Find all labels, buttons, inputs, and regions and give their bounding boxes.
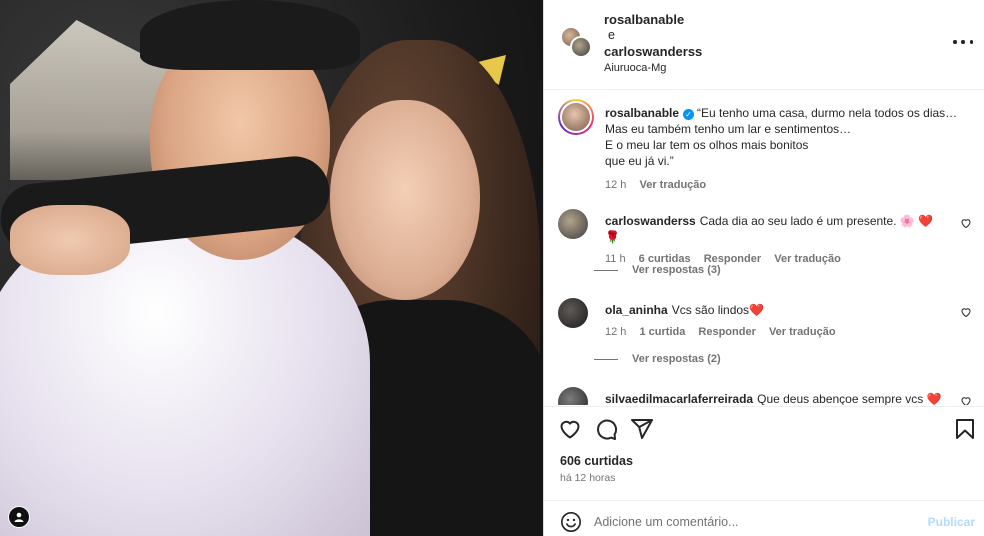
woman-face: [330, 100, 480, 300]
reply-link[interactable]: Responder: [698, 326, 755, 338]
tagged-users-icon[interactable]: [8, 506, 30, 528]
header-conjunction: e: [608, 28, 615, 42]
comment-likes-link[interactable]: 1 curtida: [639, 326, 685, 338]
add-comment-bar: Publicar: [544, 500, 984, 536]
translate-link[interactable]: Ver tradução: [769, 326, 836, 338]
caption-meta: 12 h Ver tradução: [605, 177, 977, 193]
share-icon[interactable]: [630, 417, 654, 441]
view-replies-link[interactable]: Ver respostas (2): [594, 353, 721, 365]
bookmark-icon[interactable]: [953, 417, 977, 441]
view-replies-link[interactable]: Ver respostas (3): [594, 264, 721, 276]
heart-icon[interactable]: [558, 417, 582, 441]
comment-body: ola_aninha Vcs são lindos❤️ 12 h 1 curtid…: [605, 302, 945, 340]
action-bar: [544, 406, 984, 450]
comment-meta: 12 h 1 curtida Responder Ver tradução: [605, 324, 945, 340]
comment-text: Que deus abençoe sempre vcs ❤️: [757, 392, 942, 405]
man-cap: [140, 0, 360, 70]
avatar: [570, 36, 592, 58]
avatar[interactable]: [558, 209, 588, 239]
comment-icon[interactable]: [594, 417, 618, 441]
post-comment-button[interactable]: Publicar: [928, 515, 975, 529]
header-username-2[interactable]: carloswanderss: [604, 44, 702, 59]
comments-section[interactable]: rosalbanable ✓ “Eu tenho uma casa, durmo n…: [544, 91, 984, 405]
caption-translate-link[interactable]: Ver tradução: [639, 179, 706, 191]
likes-count[interactable]: 606 curtidas: [560, 454, 633, 468]
verified-icon: ✓: [683, 109, 695, 120]
header-username-1[interactable]: rosalbanable: [604, 12, 684, 27]
collab-avatars[interactable]: [560, 26, 594, 60]
like-comment-heart-icon[interactable]: [960, 217, 972, 229]
avatar[interactable]: [558, 387, 588, 405]
comment-body: carloswanderss Cada dia ao seu lado é um …: [605, 213, 945, 267]
comment-time: 12 h: [605, 326, 627, 338]
post-side-panel: rosalbanable e carloswanderss Aiuruoca-M…: [543, 0, 984, 536]
post-header: rosalbanable e carloswanderss Aiuruoca-M…: [544, 0, 984, 90]
location-link[interactable]: Aiuruoca-Mg: [604, 62, 666, 74]
comment-text: Vcs são lindos❤️: [671, 303, 765, 317]
like-comment-heart-icon[interactable]: [960, 306, 972, 318]
comment-body: silvaedilmacarlaferreirada Que deus abenç…: [605, 391, 975, 405]
comment-input[interactable]: [594, 511, 914, 533]
caption-line-1: “Eu tenho uma casa, durmo nela todos os …: [697, 106, 958, 120]
caption-username[interactable]: rosalbanable: [605, 106, 679, 120]
caption-text: rosalbanable ✓ “Eu tenho uma casa, durmo n…: [605, 105, 977, 193]
more-options-icon[interactable]: [953, 34, 973, 50]
like-comment-heart-icon[interactable]: [960, 395, 972, 405]
story-ring-avatar[interactable]: [558, 99, 594, 135]
caption-line-2: Mas eu também tenho um lar e sentimentos…: [605, 122, 852, 136]
emoji-icon[interactable]: [560, 511, 582, 533]
translate-link[interactable]: Ver tradução: [774, 253, 841, 265]
avatar[interactable]: [558, 298, 588, 328]
comment-username[interactable]: ola_aninha: [605, 303, 668, 317]
comment-username[interactable]: carloswanderss: [605, 214, 696, 228]
caption-line-3: E o meu lar tem os olhos mais bonitos: [605, 138, 809, 152]
caption-time: 12 h: [605, 179, 627, 191]
caption-line-4: que eu já vi.”: [605, 154, 674, 168]
comment-username[interactable]: silvaedilmacarlaferreirada: [605, 392, 753, 405]
post-timestamp: há 12 horas: [560, 472, 616, 484]
post-photo[interactable]: [0, 0, 543, 536]
woman-hand: [10, 205, 130, 275]
